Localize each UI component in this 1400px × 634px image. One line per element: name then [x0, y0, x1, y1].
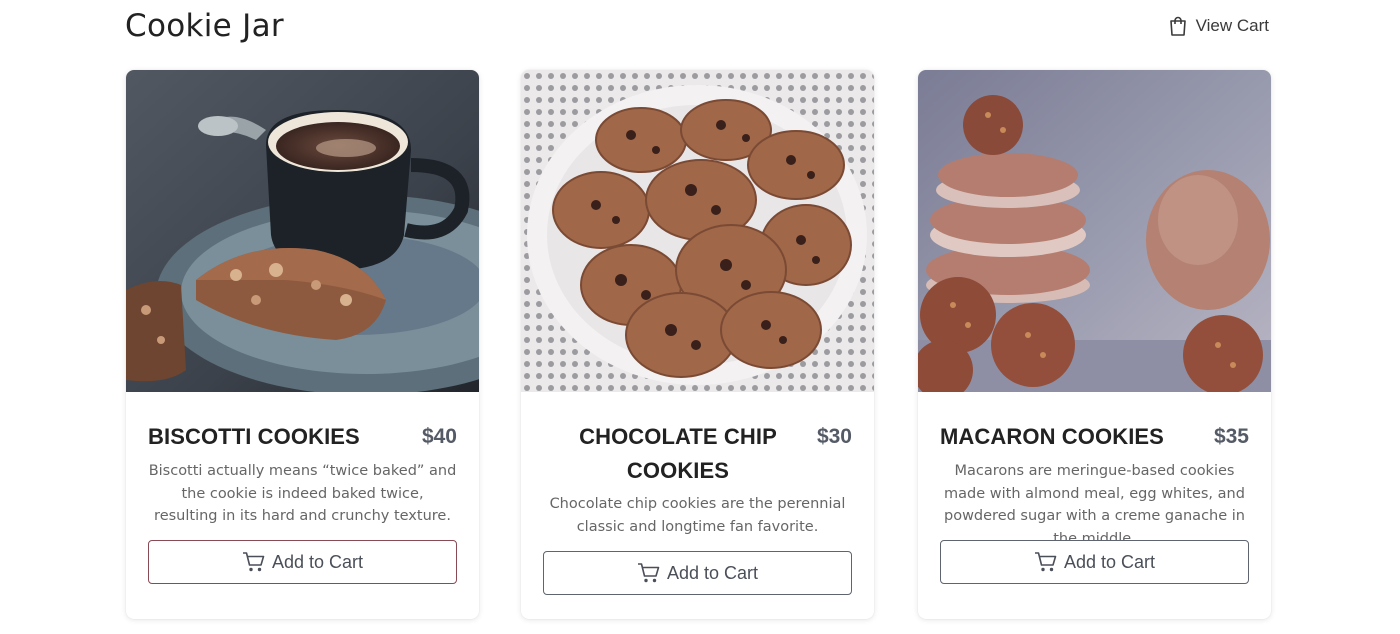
product-card-biscotti: BISCOTTI COOKIES $40 Biscotti actually m…: [126, 70, 479, 619]
product-card-macaron: MACARON COOKIES $35 Macarons are meringu…: [918, 70, 1271, 619]
view-cart-button[interactable]: View Cart: [1168, 15, 1269, 37]
shopping-cart-icon: [1034, 551, 1058, 573]
product-name: BISCOTTI COOKIES: [148, 424, 360, 449]
product-price: $30: [816, 425, 852, 448]
product-description: Macarons are meringue-based cookies made…: [944, 463, 1245, 547]
add-to-cart-button[interactable]: Add to Cart: [940, 540, 1249, 584]
product-description: Biscotti actually means “twice baked” an…: [148, 463, 457, 524]
add-to-cart-label: Add to Cart: [1063, 551, 1156, 572]
page: Cookie Jar View Cart BISCOTTI COOKIES $4…: [0, 0, 1400, 634]
macaron-stack-photo: [918, 70, 1271, 392]
product-price: $40: [421, 425, 457, 448]
product-header: MACARON COOKIES $35: [940, 420, 1249, 454]
shopping-cart-icon: [637, 562, 661, 584]
view-cart-label: View Cart: [1195, 16, 1269, 35]
product-header: CHOCOLATE CHIP COOKIES $30: [543, 420, 852, 488]
shopping-bag-icon: [1168, 15, 1188, 37]
product-header: BISCOTTI COOKIES $40: [148, 420, 457, 454]
biscotti-with-espresso-photo: [126, 70, 479, 392]
product-name: MACARON COOKIES: [940, 424, 1164, 449]
product-name: CHOCOLATE CHIP COOKIES: [579, 424, 777, 483]
add-to-cart-button[interactable]: Add to Cart: [148, 540, 457, 584]
page-title: Cookie Jar: [125, 8, 284, 44]
add-to-cart-label: Add to Cart: [271, 551, 364, 572]
product-card-chocolate-chip: CHOCOLATE CHIP COOKIES $30 Chocolate chi…: [521, 70, 874, 619]
shopping-cart-icon: [242, 551, 266, 573]
add-to-cart-label: Add to Cart: [666, 562, 759, 583]
product-price: $35: [1213, 425, 1249, 448]
chocolate-chip-cookies-on-doily-photo: [521, 70, 874, 392]
add-to-cart-button[interactable]: Add to Cart: [543, 551, 852, 595]
product-description: Chocolate chip cookies are the perennial…: [549, 496, 846, 535]
